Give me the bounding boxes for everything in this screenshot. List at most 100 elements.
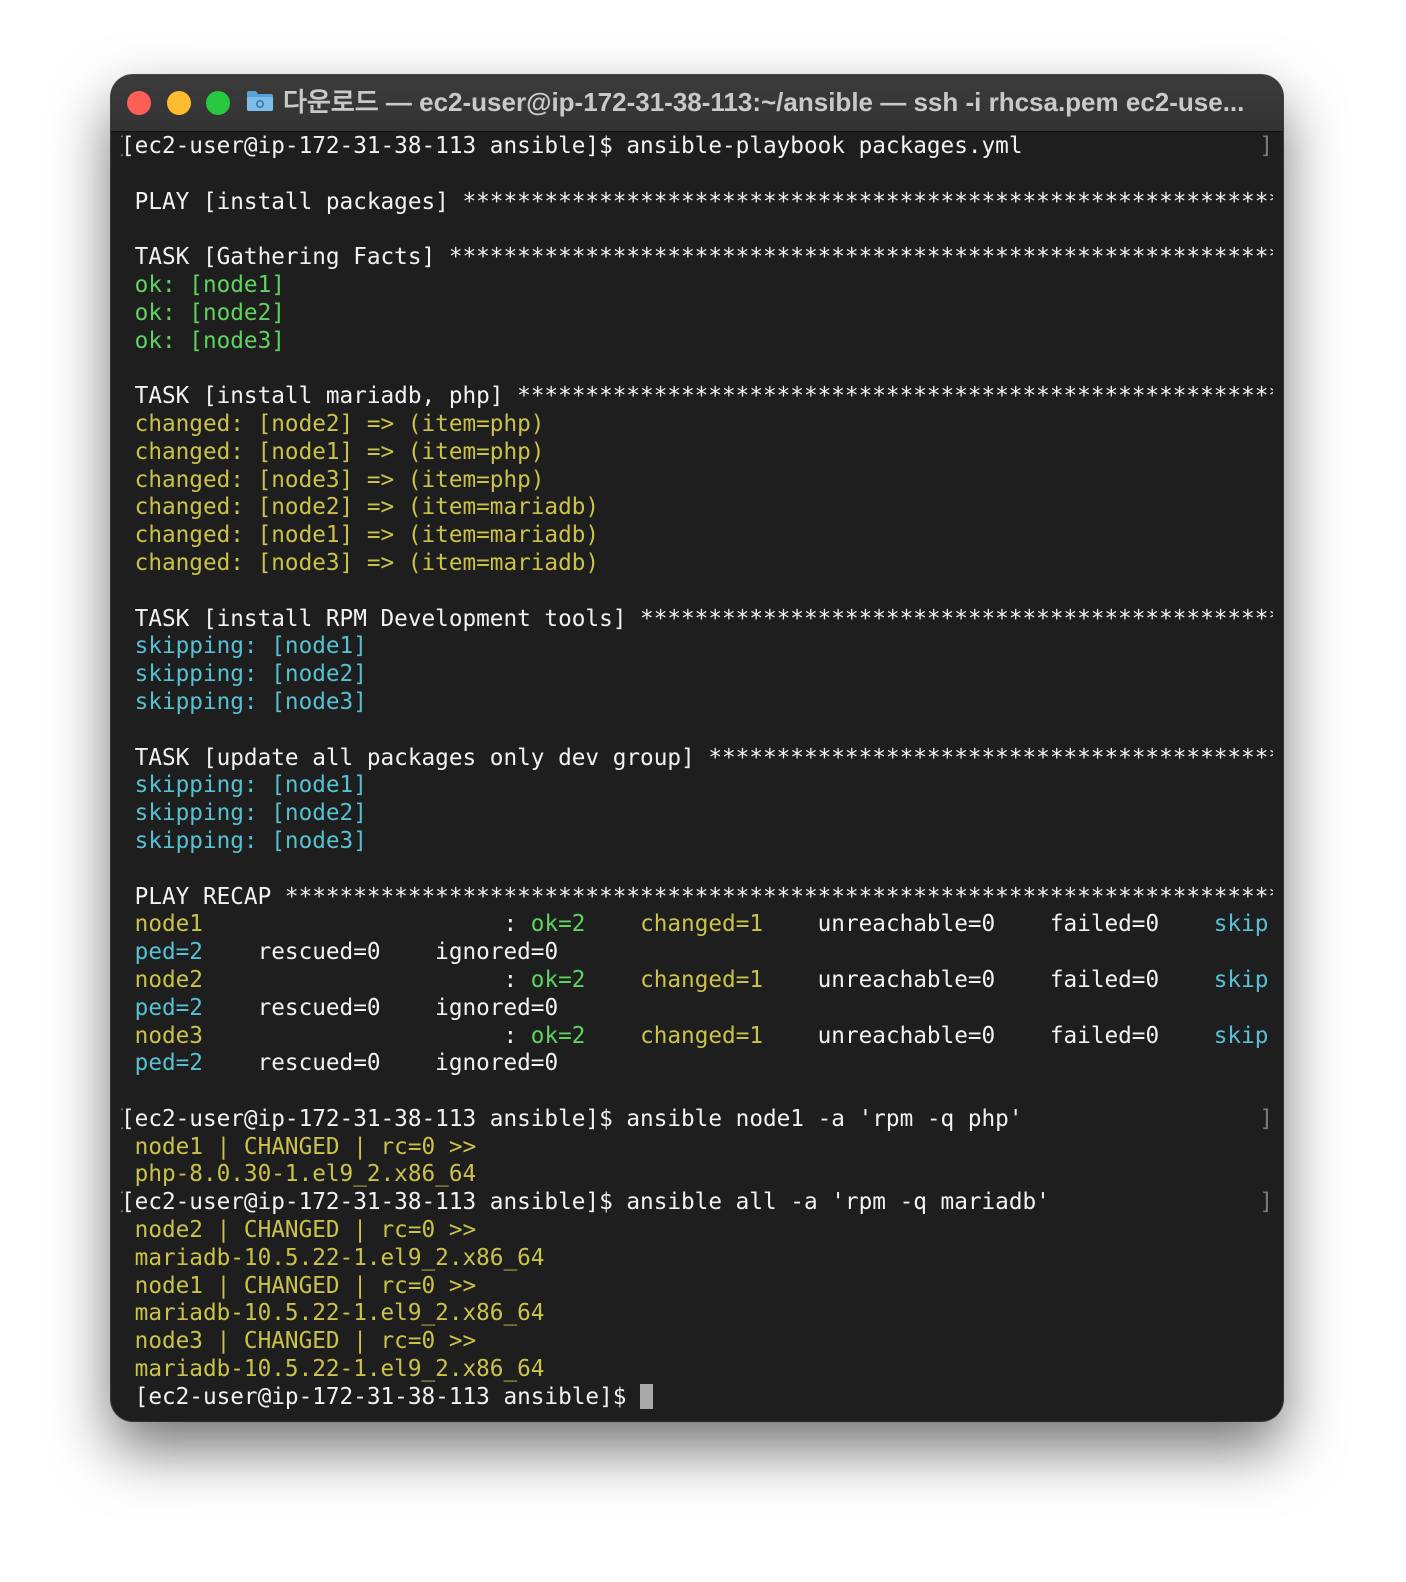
output-line: changed: [node2] => (item=php)	[121, 411, 1273, 439]
text-cursor	[640, 1383, 654, 1409]
output-line: skipping: [node2]	[121, 661, 1273, 689]
text-segment: :	[202, 1022, 531, 1049]
output-line: changed: [node1] => (item=php)	[121, 439, 1273, 467]
text-segment: unreachable=0 failed=0	[763, 1022, 1214, 1049]
output-line: skipping: [node2]	[121, 800, 1273, 828]
title-bar: 다운로드 — ec2-user@ip-172-31-38-113:~/ansib…	[111, 75, 1283, 132]
output-line: skipping: [node1]	[121, 633, 1273, 661]
terminal-window: 다운로드 — ec2-user@ip-172-31-38-113:~/ansib…	[111, 75, 1283, 1421]
output-line: PLAY [install packages] ****************…	[121, 189, 1273, 217]
output-line: ped=2 rescued=0 ignored=0	[121, 939, 1273, 967]
terminal-output[interactable]: [ec2-user@ip-172-31-38-113 ansible]$ ans…	[121, 133, 1273, 1421]
text-segment: :	[202, 966, 531, 993]
text-segment: ped=2	[121, 939, 203, 966]
text-segment: changed=1	[640, 966, 764, 993]
output-line: TASK [install RPM Development tools] ***…	[121, 606, 1273, 634]
text-segment: changed: [node3] => (item=mariadb)	[121, 549, 600, 576]
text-segment: TASK [update all packages only dev group…	[121, 744, 1273, 771]
text-segment: ok=2	[530, 1022, 586, 1049]
text-segment: mariadb-10.5.22-1.el9_2.x86_64	[121, 1356, 545, 1383]
output-line: changed: [node2] => (item=mariadb)	[121, 494, 1273, 522]
output-line: ok: [node3]	[121, 328, 1273, 356]
text-segment: skipping: [node1]	[121, 772, 367, 799]
output-line: node3 | CHANGED | rc=0 >>	[121, 1328, 1273, 1356]
text-segment: php-8.0.30-1.el9_2.x86_64	[121, 1161, 477, 1188]
line-mark-left: [	[121, 133, 127, 161]
text-segment: [ec2-user@ip-172-31-38-113 ansible]$	[121, 1383, 641, 1410]
text-segment: node1 | CHANGED | rc=0 >>	[121, 1133, 477, 1160]
output-line: mariadb-10.5.22-1.el9_2.x86_64	[121, 1356, 1273, 1384]
output-line: TASK [update all packages only dev group…	[121, 745, 1273, 773]
output-line: skipping: [node1]	[121, 772, 1273, 800]
line-mark-left: [	[121, 1189, 127, 1217]
output-line: node2 : ok=2 changed=1 unreachable=0 fai…	[121, 967, 1273, 995]
close-button[interactable]	[127, 91, 151, 115]
text-segment: ok: [node2]	[121, 299, 285, 326]
text-segment: :	[202, 911, 531, 938]
text-segment: changed: [node2] => (item=php)	[121, 410, 545, 437]
output-line: TASK [install mariadb, php] ************…	[121, 383, 1273, 411]
text-segment	[585, 967, 640, 993]
output-line: php-8.0.30-1.el9_2.x86_64	[121, 1161, 1273, 1189]
output-line: [ec2-user@ip-172-31-38-113 ansible]$	[121, 1383, 1273, 1412]
text-segment: changed: [node1] => (item=mariadb)	[121, 522, 600, 549]
text-segment: changed: [node2] => (item=mariadb)	[121, 494, 600, 521]
minimize-button[interactable]	[167, 91, 191, 115]
output-line: skipping: [node3]	[121, 689, 1273, 717]
output-line: node1 | CHANGED | rc=0 >>	[121, 1273, 1273, 1301]
text-segment: skipping: [node2]	[121, 800, 367, 827]
output-line: ped=2 rescued=0 ignored=0	[121, 1050, 1273, 1078]
text-segment: unreachable=0 failed=0	[763, 911, 1214, 938]
output-line: changed: [node3] => (item=mariadb)	[121, 550, 1273, 578]
text-segment: TASK [Gathering Facts] *****************…	[121, 244, 1273, 271]
text-segment: node2	[121, 966, 203, 993]
output-line: ped=2 rescued=0 ignored=0	[121, 995, 1273, 1023]
text-segment: ok: [node3]	[121, 327, 285, 354]
prompt-line: [ec2-user@ip-172-31-38-113 ansible]$ ans…	[121, 1189, 1273, 1217]
text-segment: skip	[1213, 911, 1269, 938]
text-segment	[585, 911, 640, 937]
output-line: skipping: [node3]	[121, 828, 1273, 856]
zoom-button[interactable]	[206, 91, 230, 115]
text-segment: TASK [install RPM Development tools] ***…	[121, 605, 1273, 632]
text-segment: [ec2-user@ip-172-31-38-113 ansible]$ ans…	[121, 133, 1023, 159]
text-segment	[585, 1023, 640, 1049]
folder-icon	[247, 91, 273, 111]
text-segment: TASK [install mariadb, php] ************…	[121, 383, 1273, 410]
text-segment: ped=2	[121, 994, 203, 1021]
window-title: 다운로드 — ec2-user@ip-172-31-38-113:~/ansib…	[283, 87, 1245, 117]
prompt-line: [ec2-user@ip-172-31-38-113 ansible]$ ans…	[121, 133, 1273, 161]
text-segment: rescued=0 ignored=0	[202, 939, 559, 966]
text-segment: node1 | CHANGED | rc=0 >>	[121, 1272, 477, 1299]
line-mark-right: ]	[1259, 133, 1273, 159]
text-segment: node3	[121, 1022, 203, 1049]
output-line: PLAY RECAP *****************************…	[121, 884, 1273, 912]
line-mark-right: ]	[1259, 1105, 1273, 1132]
text-segment: skipping: [node1]	[121, 633, 367, 660]
output-line: node2 | CHANGED | rc=0 >>	[121, 1217, 1273, 1245]
text-segment: skipping: [node2]	[121, 661, 367, 688]
text-segment: changed: [node3] => (item=php)	[121, 466, 545, 493]
line-mark-right: ]	[1259, 1189, 1273, 1216]
text-segment: rescued=0 ignored=0	[202, 1050, 559, 1077]
text-segment: mariadb-10.5.22-1.el9_2.x86_64	[121, 1300, 545, 1327]
output-line: TASK [Gathering Facts] *****************…	[121, 244, 1273, 272]
text-segment: PLAY RECAP *****************************…	[121, 883, 1273, 910]
text-segment: skipping: [node3]	[121, 827, 367, 854]
text-segment: ok: [node1]	[121, 271, 285, 298]
text-segment: node1	[121, 911, 203, 938]
output-line: mariadb-10.5.22-1.el9_2.x86_64	[121, 1245, 1273, 1273]
text-segment: changed=1	[640, 1022, 764, 1049]
text-segment: unreachable=0 failed=0	[763, 966, 1214, 993]
text-segment: [ec2-user@ip-172-31-38-113 ansible]$ ans…	[121, 1105, 1023, 1132]
text-segment: [ec2-user@ip-172-31-38-113 ansible]$ ans…	[121, 1189, 1050, 1216]
text-segment: skip	[1213, 966, 1269, 993]
output-line: mariadb-10.5.22-1.el9_2.x86_64	[121, 1300, 1273, 1328]
text-segment: mariadb-10.5.22-1.el9_2.x86_64	[121, 1244, 545, 1271]
